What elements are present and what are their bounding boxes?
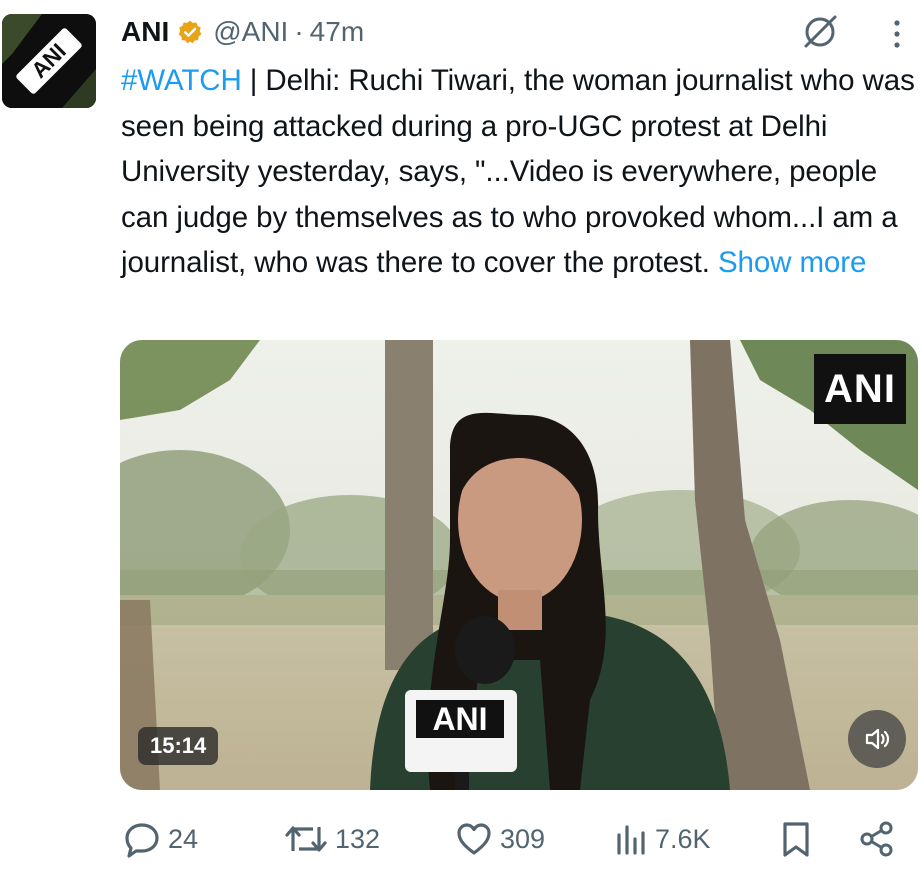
avatar[interactable]: ANI <box>2 14 96 108</box>
views-button[interactable]: 7.6K <box>613 815 711 863</box>
like-icon <box>457 823 491 855</box>
share-button[interactable] <box>857 815 903 863</box>
tweet-header: ANI @ANI · 47m <box>121 14 364 50</box>
like-count: 309 <box>500 823 546 854</box>
action-bar: 24 132 309 7.6K <box>120 815 920 863</box>
repost-icon <box>285 826 327 852</box>
hashtag-link[interactable]: #WATCH <box>121 64 242 97</box>
volume-button[interactable] <box>848 710 906 768</box>
like-button[interactable]: 309 <box>454 815 545 863</box>
volume-icon <box>865 728 890 750</box>
video-duration: 15:14 <box>138 727 219 765</box>
reply-button[interactable]: 24 <box>122 815 198 863</box>
views-icon <box>617 825 645 855</box>
repost-count: 132 <box>335 823 381 854</box>
author-name[interactable]: ANI <box>121 16 169 48</box>
verified-badge-icon <box>178 20 202 44</box>
ani-watermark: ANI <box>814 354 906 424</box>
grok-icon[interactable] <box>800 12 840 52</box>
view-count: 7.6K <box>655 823 711 854</box>
author-handle[interactable]: @ANI <box>213 16 288 48</box>
bookmark-button[interactable] <box>776 815 822 863</box>
show-more-link[interactable]: Show more <box>718 246 866 279</box>
tweet-text: #WATCH | Delhi: Ruchi Tiwari, the woman … <box>121 58 921 286</box>
more-icon[interactable] <box>887 14 907 54</box>
separator-dot: · <box>294 16 304 47</box>
video-player[interactable]: ANI ANI 15:14 <box>120 340 918 790</box>
repost-button[interactable]: 132 <box>283 815 380 863</box>
reply-icon <box>125 823 159 858</box>
share-icon <box>860 821 893 857</box>
bookmark-icon <box>783 822 809 857</box>
timestamp[interactable]: 47m <box>310 16 364 48</box>
reply-count: 24 <box>168 823 199 854</box>
mic-flag-label: ANI <box>432 701 487 737</box>
video-frame: ANI <box>120 340 918 790</box>
